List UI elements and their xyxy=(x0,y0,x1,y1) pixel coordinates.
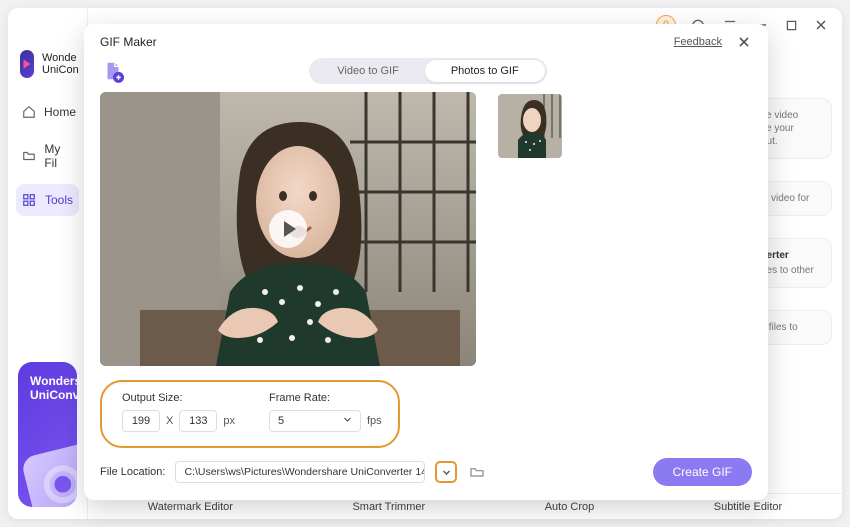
px-unit: px xyxy=(223,415,235,427)
frame-rate-select[interactable]: 5 xyxy=(269,410,361,432)
promo-line2: UniConvert xyxy=(30,388,65,402)
open-folder-button[interactable] xyxy=(467,462,487,482)
mode-segment: Video to GIF Photos to GIF xyxy=(309,58,546,84)
dialog-body xyxy=(84,92,768,372)
nav: Home My Fil Tools xyxy=(8,96,87,216)
nav-tools-label: Tools xyxy=(45,193,73,207)
file-location-dropdown[interactable] xyxy=(435,461,457,483)
nav-tools[interactable]: Tools xyxy=(16,184,79,216)
card-title: verter xyxy=(761,249,823,262)
thumbnail-list xyxy=(498,92,752,372)
nav-myfiles[interactable]: My Fil xyxy=(16,134,79,178)
nav-home[interactable]: Home xyxy=(16,96,79,128)
dialog-topbar: Video to GIF Photos to GIF xyxy=(84,54,768,92)
tool-subtitle-editor[interactable]: Subtitle Editor xyxy=(706,498,790,516)
dialog-footer: File Location: C:\Users\ws\Pictures\Wond… xyxy=(84,448,768,500)
dialog-header: GIF Maker Feedback xyxy=(84,24,768,54)
nav-myfiles-label: My Fil xyxy=(44,142,73,170)
tools-icon xyxy=(22,192,37,208)
card-text: ges to other xyxy=(761,264,823,277)
feedback-link[interactable]: Feedback xyxy=(674,36,722,48)
brand: Wonde UniCon xyxy=(8,50,87,96)
create-gif-button[interactable]: Create GIF xyxy=(653,458,752,486)
play-button[interactable] xyxy=(269,210,307,248)
home-icon xyxy=(22,104,36,120)
tab-video-to-gif[interactable]: Video to GIF xyxy=(311,60,425,82)
frame-rate-value: 5 xyxy=(278,415,284,427)
card-text: out. xyxy=(761,135,823,148)
dialog-title: GIF Maker xyxy=(100,35,157,49)
tool-smart-trimmer[interactable]: Smart Trimmer xyxy=(344,498,433,516)
dialog-close-button[interactable] xyxy=(736,34,752,50)
brand-text: Wonde UniCon xyxy=(42,52,79,76)
brand-line1: Wonde xyxy=(42,52,79,64)
tool-auto-crop[interactable]: Auto Crop xyxy=(537,498,603,516)
output-height-input[interactable] xyxy=(179,410,217,432)
preview-area[interactable] xyxy=(100,92,476,366)
sidebar: Wonde UniCon Home My Fil Tool xyxy=(8,8,88,519)
tab-photos-to-gif[interactable]: Photos to GIF xyxy=(425,60,545,82)
tool-watermark-editor[interactable]: Watermark Editor xyxy=(140,498,241,516)
card-text: D video for xyxy=(761,192,823,205)
card-text: ke your xyxy=(761,122,823,135)
x-separator: X xyxy=(166,415,173,427)
folder-icon xyxy=(22,148,36,164)
output-size-label: Output Size: xyxy=(122,392,235,404)
file-location-label: File Location: xyxy=(100,466,165,478)
output-params: Output Size: X px Frame Rate: 5 fps xyxy=(100,380,400,448)
gif-maker-dialog: GIF Maker Feedback Video to GIF Photos t… xyxy=(84,24,768,500)
promo-card[interactable]: Wondersha UniConvert ♪ xyxy=(18,362,77,507)
chevron-down-icon xyxy=(343,415,352,427)
card-text: se video xyxy=(761,109,823,122)
brand-line2: UniCon xyxy=(42,64,79,76)
nav-home-label: Home xyxy=(44,105,76,119)
brand-logo-icon xyxy=(20,50,34,78)
fps-unit: fps xyxy=(367,415,382,427)
add-file-button[interactable] xyxy=(100,58,126,84)
card-text: y files to xyxy=(761,321,823,334)
promo-line1: Wondersha xyxy=(30,374,65,388)
frame-rate-label: Frame Rate: xyxy=(269,392,382,404)
promo-art-icon xyxy=(20,441,77,507)
output-width-input[interactable] xyxy=(122,410,160,432)
file-location-path[interactable]: C:\Users\ws\Pictures\Wondershare UniConv… xyxy=(175,461,425,483)
photo-thumbnail[interactable] xyxy=(498,94,562,158)
